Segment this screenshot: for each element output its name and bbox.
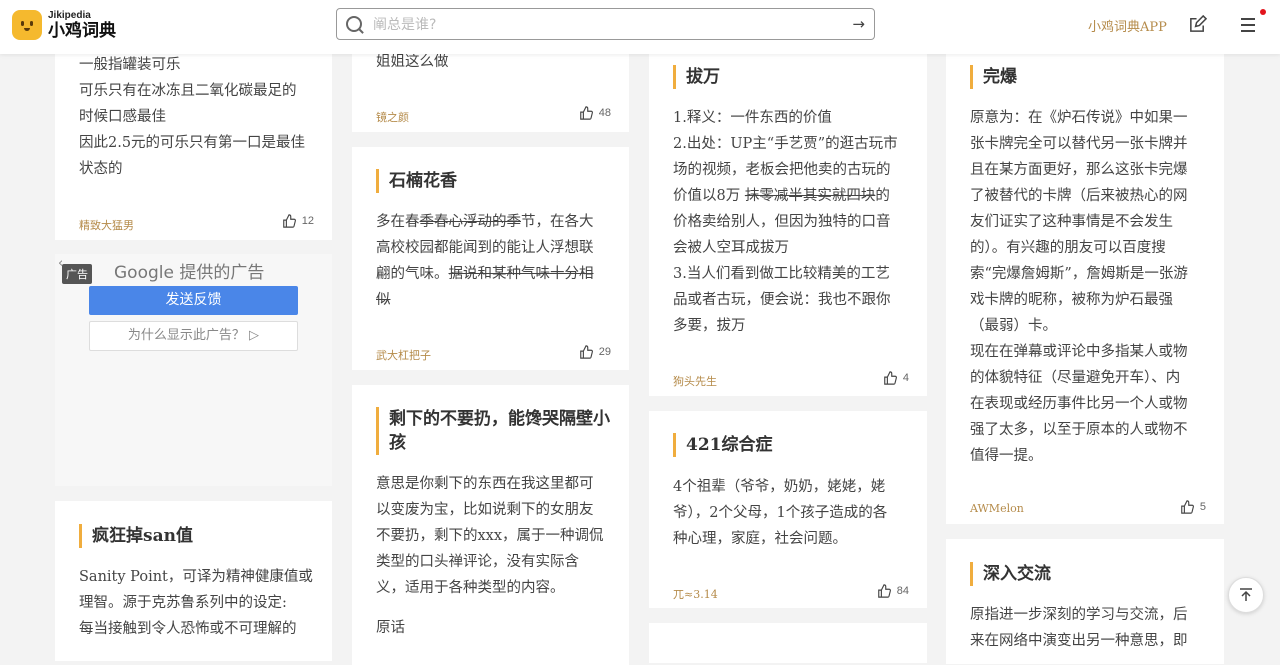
like-button[interactable]: 48 — [579, 106, 611, 120]
chick-logo-icon — [12, 10, 42, 40]
like-count: 84 — [896, 585, 909, 597]
card-title[interactable]: 疯狂掉san值 — [79, 524, 193, 548]
ad-feedback-button[interactable]: 发送反馈 — [89, 286, 298, 315]
thumb-up-icon — [579, 106, 593, 120]
card-title[interactable]: 421综合症 — [673, 433, 773, 457]
like-count: 48 — [598, 107, 611, 119]
top-header: Jikipedia 小鸡词典 → 小鸡词典APP — [0, 0, 1280, 54]
definition-card-bawan[interactable]: 拔万 1.释义：一件东西的价值 2.出处：UP主“手艺贾”的逛古玩市 场的视频，… — [649, 54, 927, 396]
author-name[interactable]: 狗头先生 — [673, 373, 717, 389]
ad-title: Google 提供的广告 — [114, 263, 265, 283]
thumb-up-icon — [877, 584, 891, 598]
author-name[interactable]: 精致大猛男 — [79, 217, 134, 233]
thumb-up-icon — [1181, 500, 1194, 514]
notification-dot — [1260, 9, 1266, 15]
ad-label: 广告 — [62, 264, 92, 284]
logo-english-name: Jikipedia — [48, 9, 91, 21]
like-count: 29 — [598, 346, 611, 358]
ad-why-button[interactable]: 为什么显示此广告？ ▷ — [89, 321, 298, 351]
like-button[interactable]: 5 — [1180, 500, 1206, 514]
like-button[interactable]: 12 — [282, 214, 314, 228]
arrow-right-icon[interactable]: → — [852, 15, 865, 33]
definition-card-421[interactable]: 421综合症 4个祖辈（爷爷，奶奶，姥姥，姥 爷），2个父母，1个孩子造成的各 … — [649, 411, 927, 608]
like-button[interactable]: 4 — [883, 371, 909, 385]
like-button[interactable]: 29 — [579, 345, 611, 359]
card-title[interactable]: 深入交流 — [970, 562, 1051, 586]
author-name[interactable]: AWMelon — [970, 502, 1024, 515]
definition-card-shenru[interactable]: 深入交流 原指进一步深刻的学习与交流，后 来在网络中演变出另一种意思，即 — [946, 539, 1224, 664]
author-name[interactable]: 兀≈3.14 — [673, 586, 718, 602]
definition-card-jiejie[interactable]: 姐姐这么做 镜之颜 48 — [352, 54, 629, 132]
search-icon — [346, 16, 362, 32]
thumb-up-icon — [884, 371, 897, 385]
definition-card-fengkuang[interactable]: 疯狂掉san值 Sanity Point，可译为精神健康值或 理智。源于克苏鲁系… — [55, 501, 332, 661]
like-count: 4 — [902, 372, 909, 384]
scroll-to-top-button[interactable] — [1228, 577, 1264, 613]
logo-chinese-name: 小鸡词典 — [48, 20, 116, 41]
edit-icon[interactable] — [1188, 15, 1207, 34]
search-bar: → — [336, 8, 875, 40]
thumb-up-icon — [579, 345, 593, 359]
arrow-up-icon — [1240, 588, 1252, 601]
search-input[interactable] — [371, 13, 835, 37]
like-count: 12 — [301, 215, 314, 227]
definition-card-shiliu[interactable]: 石楠花香 多在春季春心浮动的季节，在各大 高校校园都能闻到的能让人浮想联 翩的气… — [352, 147, 629, 370]
thumb-up-icon — [282, 214, 296, 228]
like-count: 5 — [1199, 501, 1206, 513]
card-title[interactable]: 石楠花香 — [376, 169, 457, 193]
definition-card-partial[interactable] — [649, 623, 927, 663]
definition-card-shengxia[interactable]: 剩下的不要扔，能馋哭隔壁小 孩 意思是你剩下的东西在我这里都可 以变废为宝，比如… — [352, 385, 629, 665]
card-title[interactable]: 剩下的不要扔，能馋哭隔壁小 孩 — [376, 407, 619, 455]
site-logo[interactable]: Jikipedia 小鸡词典 — [12, 10, 116, 40]
card-title[interactable]: 完爆 — [970, 65, 1017, 89]
card-title[interactable]: 拔万 — [673, 65, 720, 89]
definition-card-wanbao[interactable]: 完爆 原意为：在《炉石传说》中如果一 张卡牌完全可以替代另一张卡牌并 且在某方面… — [946, 54, 1224, 524]
menu-icon[interactable] — [1241, 18, 1255, 36]
author-name[interactable]: 武大杠把子 — [376, 347, 431, 363]
author-name[interactable]: 镜之颜 — [376, 109, 409, 125]
definition-card-kele[interactable]: 一般指罐装可乐 可乐只有在冰冻且二氧化碳最足的 时候口感最佳 因此2.5元的可乐… — [55, 54, 332, 240]
app-download-link[interactable]: 小鸡词典APP — [1088, 16, 1167, 35]
like-button[interactable]: 84 — [877, 584, 909, 598]
